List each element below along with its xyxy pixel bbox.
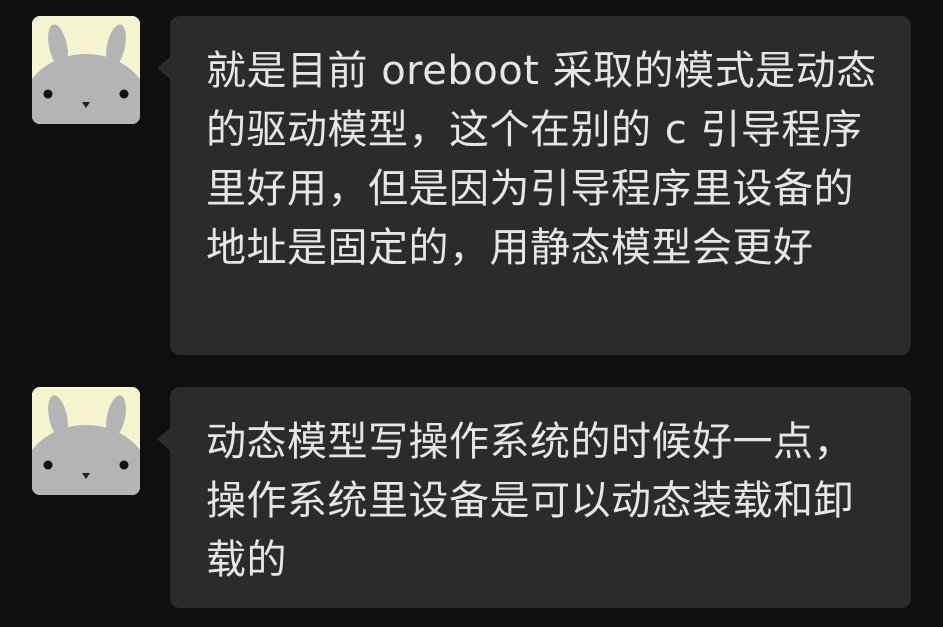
bunny-avatar-icon	[32, 387, 140, 495]
message-bubble[interactable]: 动态模型写操作系统的时候好一点，操作系统里设备是可以动态装载和卸载的	[157, 387, 911, 608]
avatar[interactable]	[32, 387, 140, 495]
message-text: 就是目前 oreboot 采取的模式是动态的驱动模型，这个在别的 c 引导程序里…	[206, 48, 877, 271]
message-text: 动态模型写操作系统的时候好一点，操作系统里设备是可以动态装载和卸载的	[206, 419, 854, 583]
avatar[interactable]	[32, 16, 140, 124]
bunny-avatar-icon	[32, 16, 140, 124]
message-bubble[interactable]: 就是目前 oreboot 采取的模式是动态的驱动模型，这个在别的 c 引导程序里…	[157, 16, 911, 355]
